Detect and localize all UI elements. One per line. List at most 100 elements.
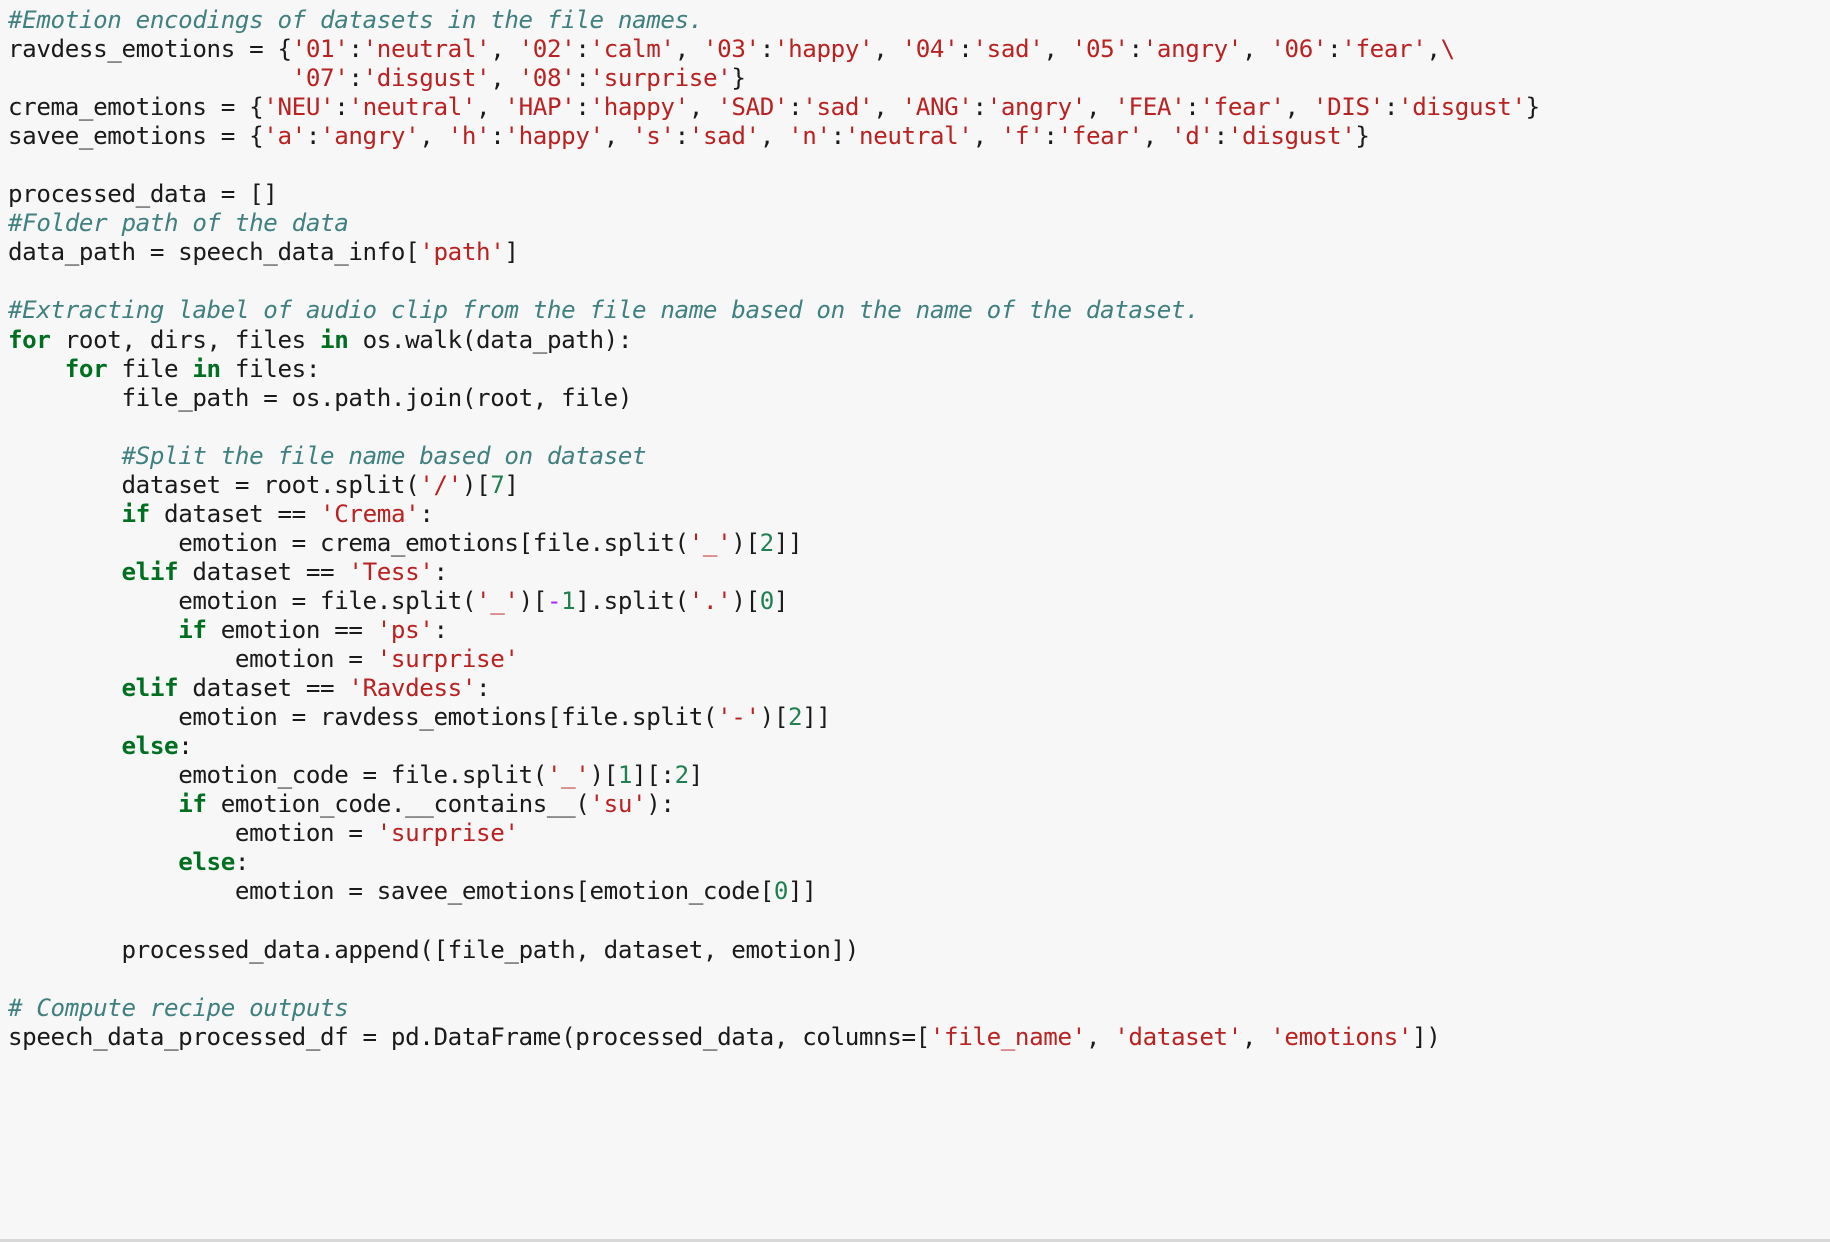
code-cell[interactable]: #Emotion encodings of datasets in the fi… [0,0,1830,1242]
code-token-nb: files: [220,354,321,383]
code-token-s: 'calm' [589,35,675,64]
code-token-nb: , [972,122,1001,151]
code-line: else: [8,848,1822,877]
code-token-nb: : [788,93,803,122]
code-token-nb: , [1085,1022,1115,1051]
code-token-nb: emotion = ravdess_emotions[file.split( [178,703,718,732]
code-line: emotion = savee_emotions[emotion_code[0]… [8,877,1822,906]
code-token-nb: dataset == [149,499,321,528]
code-token-nb: emotion_code.__contains__( [206,790,590,819]
code-token-nb: : [575,93,590,122]
code-token-nb: : [178,732,193,761]
code-line: else: [8,732,1822,761]
code-token-nb: file_path = os.path.join(root, file) [121,383,633,412]
code-token-s: 'n' [788,122,831,151]
code-token-n: 0 [773,877,789,906]
code-token-nb: data_path = speech_data_info[ [8,238,420,267]
code-token-nb: ]] [788,877,817,906]
code-token-nb: ] [504,238,519,267]
code-token-s: '04' [901,35,959,64]
code-token-nb: dataset = root.split( [121,470,420,499]
code-token-s: 'surprise' [376,819,519,848]
code-token-nb: dataset == [178,674,349,703]
code-token-n: 2 [788,703,803,732]
code-token-nb: : [958,35,973,64]
code-token-nb: : [419,499,434,528]
code-token-s: 'file_name' [929,1022,1086,1051]
code-token-n: 0 [759,586,775,615]
code-token-c: # Compute recipe outputs [8,993,349,1022]
code-token-s: 'f' [1000,122,1044,151]
code-token-s: 'surprise' [376,645,519,674]
code-token-nb: : [305,122,321,151]
code-token-k: if [178,790,207,819]
code-line: emotion = 'surprise' [8,819,1822,848]
code-token-nb: processed_data.append([file_path, datase… [121,935,859,964]
code-line: ​ [8,413,1822,442]
code-source-text[interactable]: #Emotion encodings of datasets in the fi… [0,6,1830,1052]
code-token-s: 'FEA' [1114,93,1186,122]
code-token-nb: } [1525,93,1541,122]
code-token-s: 'h' [447,122,491,151]
code-token-nb: ] [773,586,789,615]
code-token-c: #Emotion encodings of datasets in the fi… [8,6,703,34]
code-token-nb: : [348,64,363,93]
code-token-s: 'emotions' [1270,1022,1413,1051]
code-token-nb: , [873,35,902,64]
code-token-s: 'fear' [1199,93,1285,122]
code-token-nb: ): [646,790,675,819]
code-token-s: 'happy' [504,122,604,151]
code-token-k: in [320,325,349,354]
code-line: if emotion == 'ps': [8,616,1822,645]
code-token-k: if [121,499,150,528]
code-token-nb: : [674,122,690,151]
code-token-s: 'HAP' [504,93,576,122]
code-token-nb: emotion_code = file.split( [178,761,547,790]
code-token-nb: )[ [518,586,548,615]
code-token-nb [8,64,292,92]
code-line: savee_emotions = {'a':'angry', 'h':'happ… [8,122,1822,151]
code-token-nb: ]) [1412,1022,1441,1051]
code-token-nb: , [873,93,902,122]
code-line: emotion = crema_emotions[file.split('_')… [8,529,1822,558]
code-token-nb: : [234,848,250,877]
code-token-s: 'su' [589,790,647,819]
code-line: elif dataset == 'Ravdess': [8,674,1822,703]
code-token-c: #Split the file name based on dataset [121,441,647,470]
code-token-s: '05' [1071,35,1129,64]
code-token-nb: )[ [731,586,760,615]
code-token-s: 'happy' [589,93,690,122]
code-token-nb: , [603,122,633,151]
code-token-k: for [64,354,108,383]
code-line: emotion = ravdess_emotions[file.split('-… [8,703,1822,732]
code-token-nb: dataset == [178,557,349,586]
code-token-s: 'Ravdess' [348,674,477,703]
code-token-s: '-' [717,703,760,732]
code-token-s: 'Tess' [348,557,434,586]
code-token-nb: ][: [632,761,675,790]
code-token-nb: : [490,122,505,151]
code-token-s: '07' [291,64,349,93]
code-token-s: 'Crema' [320,499,420,528]
code-line: ​ [8,906,1822,935]
code-token-nb: : [1185,93,1200,122]
code-line: speech_data_processed_df = pd.DataFrame(… [8,1023,1822,1052]
code-token-nb: crema_emotions = { [8,93,264,122]
code-token-nb: emotion == [206,615,377,644]
code-token-nb: speech_data_processed_df = pd.DataFrame(… [8,1022,930,1051]
code-token-nb: : [476,674,491,703]
code-token-s: '02' [518,35,576,64]
code-token-s: 'path' [419,238,505,267]
code-token-s: '_' [688,528,732,557]
code-token-k: in [192,354,221,383]
code-line: processed_data = [] [8,180,1822,209]
code-token-s: 'SAD' [717,93,789,122]
code-token-nb: : [348,35,363,64]
code-token-nb: , [419,122,448,151]
code-token-nb: , [759,122,789,151]
code-token-nb: , [490,64,519,93]
